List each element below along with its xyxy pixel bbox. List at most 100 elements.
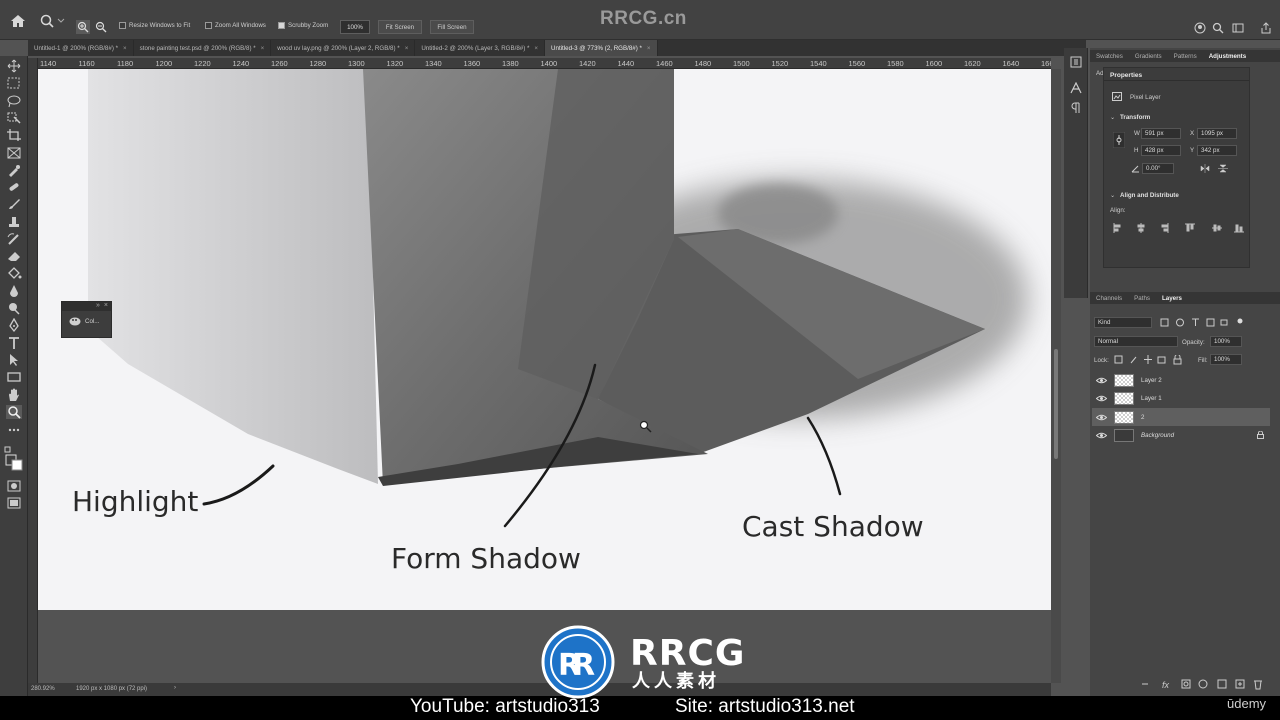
workspace-icon[interactable] — [1232, 22, 1244, 34]
panel-tab[interactable]: Adjustments — [1203, 50, 1252, 62]
width-field[interactable]: 591 px — [1141, 128, 1181, 139]
checkbox-box-checked[interactable] — [278, 22, 285, 29]
status-expand-icon[interactable]: › — [174, 685, 176, 691]
layers-panel-tab[interactable]: Paths — [1128, 292, 1156, 304]
layer-row[interactable]: Layer 1 — [1092, 390, 1270, 408]
paragraph-panel-icon[interactable] — [1070, 102, 1082, 114]
lock-options-icons[interactable] — [1114, 355, 1186, 365]
panel-tab[interactable]: Patterns — [1168, 50, 1203, 62]
history-panel-icon[interactable] — [1070, 56, 1082, 68]
zoom-level-status[interactable]: 280.92% — [31, 686, 55, 692]
kind-filter[interactable]: Kind — [1094, 317, 1152, 328]
flip-vertical-icon[interactable] — [1218, 164, 1228, 173]
ruler-tick-label: 1540 — [810, 59, 827, 68]
blend-mode-select[interactable]: Normal — [1094, 336, 1178, 347]
screen-mode-icon[interactable] — [6, 496, 22, 510]
angle-field[interactable]: 0.00° — [1142, 163, 1174, 174]
close-tab-icon[interactable]: × — [405, 45, 409, 52]
blur-tool-icon[interactable] — [6, 284, 22, 298]
rectangle-tool-icon[interactable] — [6, 370, 22, 384]
checkbox-box[interactable] — [119, 22, 126, 29]
dodge-tool-icon[interactable] — [6, 301, 22, 315]
frame-tool-icon[interactable] — [6, 146, 22, 160]
share-icon[interactable] — [1260, 22, 1272, 34]
transform-chevron-icon[interactable]: ⌄ — [1110, 114, 1115, 121]
hand-tool-icon[interactable] — [6, 388, 22, 402]
color-floating-panel[interactable]: » × Col... — [61, 301, 112, 338]
crop-tool-icon[interactable] — [6, 128, 22, 142]
zoom-tool-icon[interactable] — [6, 405, 22, 419]
layer-filter-icons[interactable] — [1160, 318, 1244, 327]
quick-mask-icon[interactable] — [6, 479, 22, 493]
zoom-out-icon[interactable] — [94, 20, 108, 34]
visibility-eye-icon[interactable] — [1092, 377, 1110, 384]
close-tab-icon[interactable]: × — [123, 45, 127, 52]
align-buttons-icon[interactable] — [1112, 223, 1247, 233]
brush-tool-icon[interactable] — [6, 197, 22, 211]
height-field[interactable]: 428 px — [1141, 145, 1181, 156]
search-icon[interactable] — [1212, 22, 1224, 34]
history-brush-tool-icon[interactable] — [6, 232, 22, 246]
fill-screen-button[interactable]: Fill Screen — [430, 20, 474, 34]
lasso-tool-icon[interactable] — [6, 94, 22, 108]
close-tab-icon[interactable]: × — [261, 45, 265, 52]
document-tab[interactable]: Untitled-2 @ 200% (Layer 3, RGB/8#) * × — [415, 40, 546, 56]
eraser-tool-icon[interactable] — [6, 249, 22, 263]
scrubby-zoom-checkbox[interactable]: Scrubby Zoom — [278, 22, 328, 29]
character-panel-icon[interactable] — [1070, 82, 1082, 94]
flip-horizontal-icon[interactable] — [1200, 164, 1210, 173]
marquee-tool-icon[interactable] — [6, 76, 22, 90]
panel-tab[interactable]: Swatches — [1090, 50, 1129, 62]
paint-bucket-tool-icon[interactable] — [6, 266, 22, 280]
layers-panel-tab[interactable]: Channels — [1090, 292, 1128, 304]
collapse-icon[interactable]: » — [96, 302, 100, 311]
eyedropper-tool-icon[interactable] — [6, 163, 22, 177]
layer-row[interactable]: Layer 2 — [1092, 371, 1270, 389]
zoom-in-icon[interactable] — [76, 20, 90, 34]
link-dimensions-icon[interactable] — [1113, 132, 1125, 148]
home-icon[interactable] — [9, 13, 27, 29]
move-tool-icon[interactable] — [6, 59, 22, 73]
visibility-eye-icon[interactable] — [1092, 395, 1110, 402]
healing-brush-tool-icon[interactable] — [6, 180, 22, 194]
visibility-eye-icon[interactable] — [1092, 432, 1110, 439]
align-chevron-icon[interactable]: ⌄ — [1110, 192, 1115, 199]
y-field[interactable]: 342 px — [1197, 145, 1237, 156]
vertical-scrollbar[interactable] — [1051, 69, 1061, 683]
account-icon[interactable] — [1194, 22, 1206, 34]
close-tab-icon[interactable]: × — [647, 45, 651, 52]
panel-tab[interactable]: Gradients — [1129, 50, 1168, 62]
color-swatches-icon[interactable] — [3, 445, 25, 471]
layer-bottom-actions-icons[interactable]: fx — [1140, 678, 1265, 690]
zoom-all-windows-checkbox[interactable]: Zoom All Windows — [205, 22, 266, 29]
document-tab-label: Untitled-1 @ 200% (RGB/8#) * — [34, 44, 119, 52]
resize-windows-checkbox[interactable]: Resize Windows to Fit — [119, 22, 190, 29]
close-tab-icon[interactable]: × — [534, 45, 538, 52]
more-tools-icon[interactable] — [6, 423, 22, 437]
type-tool-icon[interactable] — [6, 336, 22, 350]
pen-tool-icon[interactable] — [6, 318, 22, 332]
scrollbar-thumb[interactable] — [1054, 349, 1058, 459]
x-field[interactable]: 1095 px — [1197, 128, 1237, 139]
clone-stamp-tool-icon[interactable] — [6, 215, 22, 229]
panel-header[interactable]: » × — [62, 302, 111, 311]
fit-screen-button[interactable]: Fit Screen — [378, 20, 422, 34]
document-tab[interactable]: Untitled-3 @ 773% (2, RGB/8#) * × — [545, 40, 658, 56]
zoom-tool-preset-icon[interactable] — [38, 13, 66, 29]
object-select-tool-icon[interactable] — [6, 111, 22, 125]
checkbox-box[interactable] — [205, 22, 212, 29]
close-icon[interactable]: × — [104, 302, 108, 311]
document-canvas[interactable]: Highlight Form Shadow Cast Shadow — [38, 69, 1051, 610]
document-tab[interactable]: wood uv lay.png @ 200% (Layer 2, RGB/8) … — [271, 40, 416, 56]
document-tab[interactable]: Untitled-1 @ 200% (RGB/8#) * × — [28, 40, 134, 56]
ruler-tick-label: 1320 — [386, 59, 404, 68]
fill-field[interactable]: 100% — [1210, 354, 1242, 365]
layer-row[interactable]: Background — [1092, 427, 1270, 445]
visibility-eye-icon[interactable] — [1092, 414, 1110, 421]
opacity-field[interactable]: 100% — [1210, 336, 1242, 347]
layers-panel-tab[interactable]: Layers — [1156, 292, 1188, 304]
document-tab[interactable]: stone painting test.psd @ 200% (RGB/8) *… — [134, 40, 272, 56]
layer-row[interactable]: 2 — [1092, 408, 1270, 426]
zoom-percent-field[interactable]: 100% — [340, 20, 370, 34]
path-selection-tool-icon[interactable] — [6, 353, 22, 367]
